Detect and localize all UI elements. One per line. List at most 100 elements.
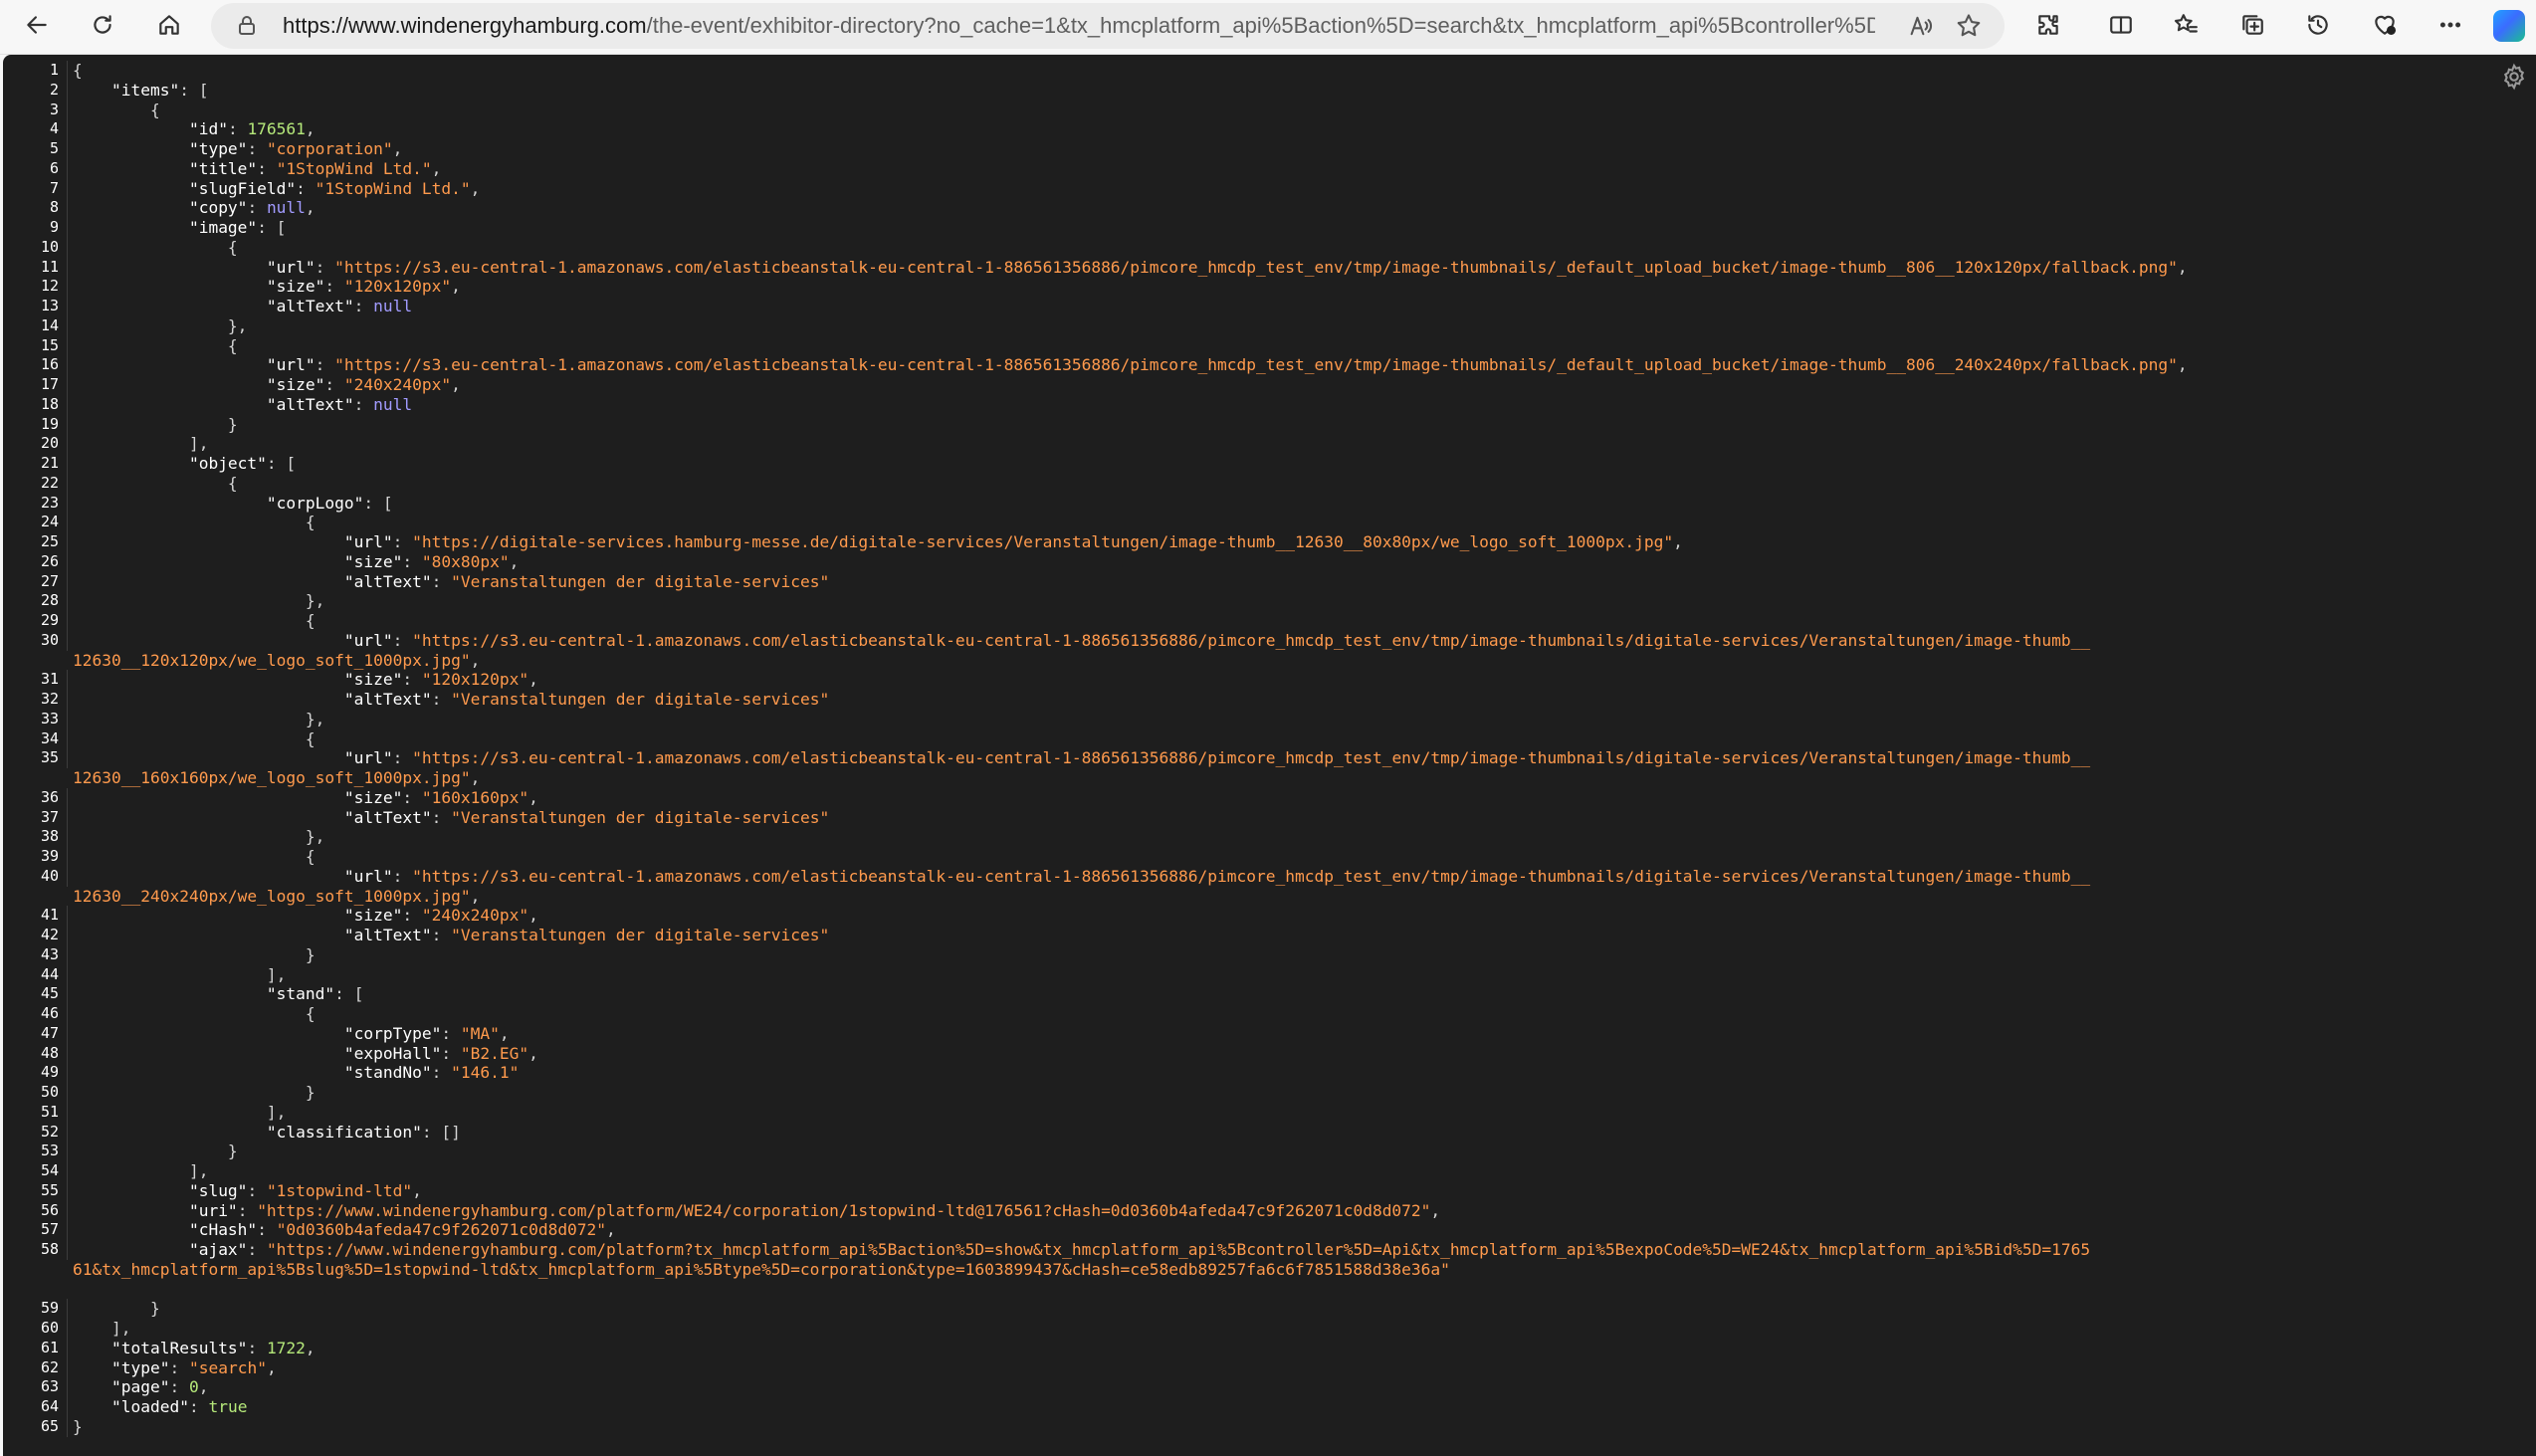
json-line-text[interactable]: ], xyxy=(73,965,287,985)
back-button[interactable] xyxy=(18,8,56,46)
json-line-text[interactable]: "url": "https://digitale-services.hambur… xyxy=(73,532,1683,552)
home-button[interactable] xyxy=(150,8,188,46)
json-line-text[interactable]: "url": "https://s3.eu-central-1.amazonaw… xyxy=(73,631,2093,671)
json-line-text[interactable]: }, xyxy=(73,710,325,729)
json-line-text[interactable]: "expoHall": "B2.EG", xyxy=(73,1044,538,1064)
json-line-text[interactable]: "size": "240x240px", xyxy=(73,906,538,926)
json-line-text[interactable]: } xyxy=(73,1142,238,1161)
json-line-text[interactable]: } xyxy=(73,1299,160,1319)
json-line-text[interactable]: "ajax": "https://www.windenergyhamburg.c… xyxy=(73,1240,2093,1280)
lock-icon[interactable] xyxy=(235,14,259,38)
json-line-text[interactable]: "altText": "Veranstaltungen der digitale… xyxy=(73,572,829,592)
url-text[interactable]: https://www.windenergyhamburg.com/the-ev… xyxy=(283,3,1875,49)
json-line-text[interactable]: "altText": "Veranstaltungen der digitale… xyxy=(73,926,829,945)
collections-button[interactable] xyxy=(2233,8,2271,46)
json-line-text[interactable]: } xyxy=(73,1083,316,1103)
json-token: "size" xyxy=(343,551,403,571)
json-token: , xyxy=(305,198,316,218)
json-line-text[interactable]: "uri": "https://www.windenergyhamburg.co… xyxy=(73,1201,1440,1221)
json-line-text[interactable]: "size": "120x120px", xyxy=(73,670,538,690)
json-line-text[interactable]: }, xyxy=(73,827,325,847)
json-line-text[interactable]: "standNo": "146.1" xyxy=(73,1063,519,1083)
json-line-text[interactable]: "image": [ xyxy=(73,218,286,238)
json-line-text[interactable]: "id": 176561, xyxy=(73,119,316,139)
more-options-button[interactable] xyxy=(2431,8,2469,46)
favorite-star-icon[interactable] xyxy=(1955,12,1983,40)
json-line-text[interactable]: "classification": [] xyxy=(73,1123,461,1143)
json-line-text[interactable]: "title": "1StopWind Ltd.", xyxy=(73,159,441,179)
split-screen-button[interactable] xyxy=(2102,8,2140,46)
json-line-text[interactable]: ], xyxy=(73,1319,131,1339)
json-line-text[interactable]: { xyxy=(73,336,238,356)
json-token: 1722 xyxy=(266,1338,306,1357)
back-arrow-icon xyxy=(24,12,50,43)
json-token: : [ xyxy=(334,984,364,1004)
json-token: , xyxy=(451,375,461,394)
refresh-button[interactable] xyxy=(84,8,121,46)
json-line-text[interactable]: } xyxy=(73,945,316,965)
json-line-text[interactable]: "loaded": true xyxy=(73,1397,247,1417)
json-line-text[interactable]: "url": "https://s3.eu-central-1.amazonaw… xyxy=(73,867,2093,907)
json-line-text[interactable]: "size": "80x80px", xyxy=(73,552,519,572)
json-line-text[interactable]: }, xyxy=(73,316,248,336)
json-line-text[interactable]: "cHash": "0d0360b4afeda47c9f262071c0d8d0… xyxy=(73,1220,616,1240)
extensions-button[interactable] xyxy=(2029,8,2067,46)
json-line-text[interactable]: { xyxy=(73,847,316,867)
json-line-text[interactable]: "url": "https://s3.eu-central-1.amazonaw… xyxy=(73,748,2093,788)
json-token: } xyxy=(73,414,238,434)
json-line-text[interactable]: "type": "search", xyxy=(73,1358,277,1378)
json-line-text[interactable]: "totalResults": 1722, xyxy=(73,1339,316,1358)
json-line-text[interactable]: "altText": null xyxy=(73,395,412,415)
line-number: 42 xyxy=(3,926,68,945)
favorites-button[interactable] xyxy=(2167,8,2205,46)
json-line-text[interactable]: "size": "160x160px", xyxy=(73,788,538,808)
json-line-text[interactable]: "copy": null, xyxy=(73,198,316,218)
json-line-text[interactable]: { xyxy=(73,101,160,120)
json-line-text[interactable]: "object": [ xyxy=(73,454,296,474)
json-line-text[interactable]: { xyxy=(73,729,316,749)
viewer-settings-gear-icon[interactable] xyxy=(2500,63,2528,91)
json-token: : xyxy=(247,198,267,218)
json-line-text[interactable]: "slug": "1stopwind-ltd", xyxy=(73,1181,422,1201)
json-line-text[interactable]: "url": "https://s3.eu-central-1.amazonaw… xyxy=(73,258,2188,278)
json-line-text[interactable]: "page": 0, xyxy=(73,1377,208,1397)
json-line-text[interactable]: { xyxy=(73,238,238,258)
read-aloud-icon[interactable] xyxy=(1907,12,1935,40)
json-line-text[interactable]: "size": "120x120px", xyxy=(73,277,461,297)
json-line-text[interactable]: "altText": "Veranstaltungen der digitale… xyxy=(73,690,829,710)
address-bar[interactable]: https://www.windenergyhamburg.com/the-ev… xyxy=(211,3,2005,49)
json-line-text[interactable]: "corpLogo": [ xyxy=(73,494,393,514)
json-line-text[interactable]: { xyxy=(73,1004,316,1024)
history-button[interactable] xyxy=(2299,8,2337,46)
json-line-text[interactable]: { xyxy=(73,611,316,631)
json-token: "80x80px" xyxy=(421,551,510,571)
json-line-text[interactable]: "size": "240x240px", xyxy=(73,375,461,395)
json-line-text[interactable]: "stand": [ xyxy=(73,984,363,1004)
json-line-text[interactable]: ], xyxy=(73,1161,209,1181)
json-line-text[interactable]: { xyxy=(73,61,83,81)
json-token: "160x160px" xyxy=(421,787,529,807)
json-line-text[interactable]: { xyxy=(73,474,238,494)
json-line-text[interactable]: "slugField": "1StopWind Ltd.", xyxy=(73,179,480,199)
json-line-text[interactable]: "url": "https://s3.eu-central-1.amazonaw… xyxy=(73,355,2188,375)
json-token: "cHash" xyxy=(188,1220,258,1240)
json-line-text[interactable]: ], xyxy=(73,434,209,454)
json-line-text[interactable]: ], xyxy=(73,1103,287,1123)
json-line-text[interactable]: "altText": null xyxy=(73,297,412,316)
json-line-text[interactable]: } xyxy=(73,1417,83,1437)
json-line-text[interactable]: "corpType": "MA", xyxy=(73,1024,510,1044)
json-line-text[interactable]: { xyxy=(73,513,316,532)
json-line-text[interactable]: "altText": "Veranstaltungen der digitale… xyxy=(73,808,829,828)
json-line-text[interactable]: } xyxy=(73,415,238,435)
json-line-text[interactable]: "type": "corporation", xyxy=(73,139,402,159)
browser-essentials-button[interactable] xyxy=(2366,8,2404,46)
json-token: "altText" xyxy=(343,926,432,944)
json-line-text[interactable]: "items": [ xyxy=(73,81,208,101)
copilot-icon[interactable] xyxy=(2493,10,2525,42)
json-line-text[interactable]: }, xyxy=(73,591,325,611)
json-token: "loaded" xyxy=(110,1397,189,1416)
json-token: { xyxy=(73,100,160,119)
